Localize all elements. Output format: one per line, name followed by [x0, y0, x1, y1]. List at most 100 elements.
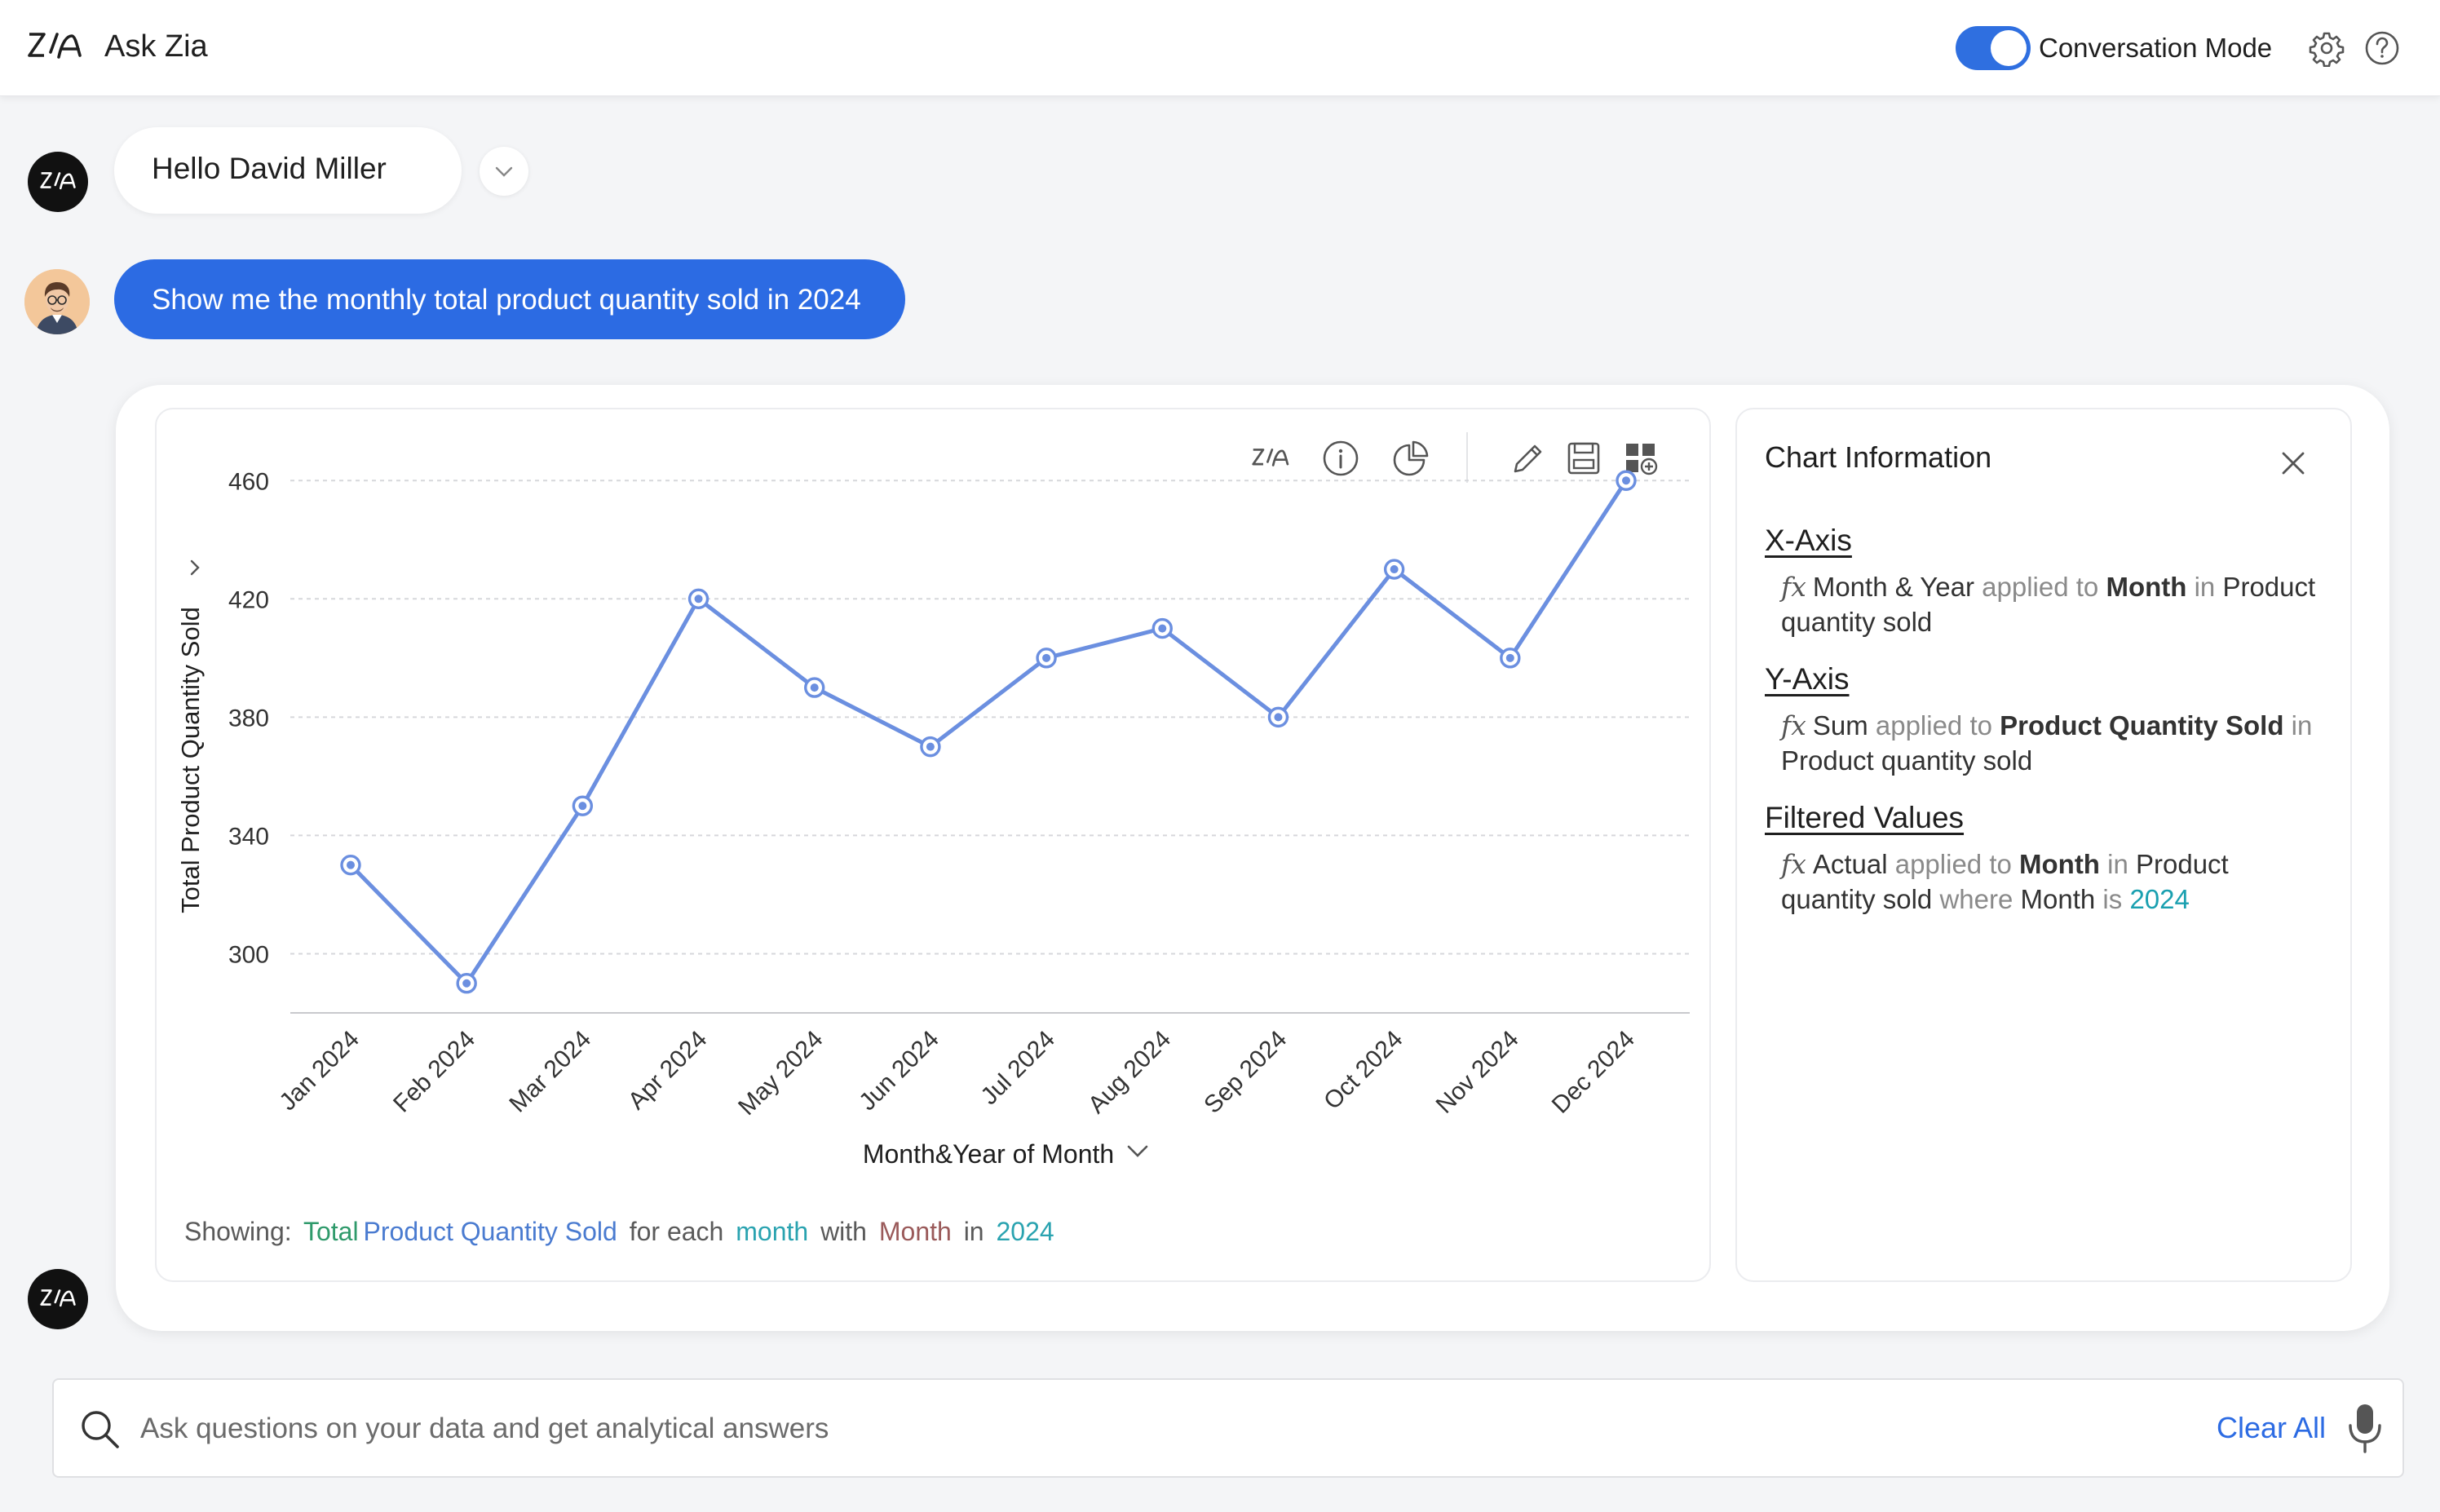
- filter-function: Actual: [1812, 849, 1888, 879]
- x-tick-label: Nov 2024: [1431, 1026, 1524, 1119]
- ask-question-input[interactable]: [140, 1403, 2163, 1455]
- y-tick-label: 340: [228, 823, 269, 850]
- y-tick-label: 300: [228, 941, 269, 968]
- x-tick-label: May 2024: [733, 1026, 828, 1121]
- filter-value: 2024: [2129, 884, 2190, 914]
- series-line: [349, 479, 1629, 986]
- y-axis-heading: Y-Axis: [1765, 662, 1850, 696]
- showing-dimension[interactable]: month: [736, 1217, 808, 1246]
- filtered-values-section: Filtered Values fx Actual applied to Mont…: [1765, 801, 2319, 917]
- help-icon[interactable]: [2363, 29, 2401, 67]
- showing-measure-prefix[interactable]: Total: [303, 1217, 359, 1246]
- showing-text-for-each: for each: [629, 1217, 724, 1246]
- data-point-center: [578, 802, 587, 811]
- y-tick-label: 420: [228, 586, 269, 613]
- x-axis-description: fx Month & Year applied to Month in Produ…: [1781, 569, 2319, 639]
- ask-search-bar: Clear All: [52, 1378, 2404, 1478]
- chart-information-panel: Chart Information X-Axis fx Month & Year …: [1735, 408, 2352, 1282]
- x-axis-title: Month&Year of Month: [863, 1139, 1114, 1169]
- x-axis-applied-to: applied to: [1982, 572, 2099, 602]
- line-chart: 300 340 380 420 460 Jan 2024 Feb 2024 Mar 2024 A…: [176, 468, 1690, 1169]
- y-axis-field: Product Quantity Sold: [2000, 710, 2284, 741]
- chevron-right-icon: [190, 559, 200, 576]
- y-axis-in: in: [2291, 710, 2313, 741]
- y-axis-table: Product quantity sold: [1781, 745, 2033, 776]
- expand-greeting-button[interactable]: [480, 147, 528, 196]
- user-query-bubble: Show me the monthly total product quanti…: [114, 259, 905, 339]
- app-title: Ask Zia: [104, 29, 208, 64]
- showing-measure[interactable]: Product Quantity Sold: [364, 1217, 617, 1246]
- data-point-center: [1505, 653, 1514, 662]
- x-tick-label: Apr 2024: [623, 1026, 712, 1115]
- chart-information-title: Chart Information: [1765, 440, 1992, 474]
- gear-icon[interactable]: [2308, 29, 2345, 67]
- x-tick-label: Dec 2024: [1547, 1026, 1640, 1119]
- x-tick-label: Jul 2024: [975, 1026, 1060, 1111]
- function-icon: fx: [1781, 571, 1806, 603]
- zia-avatar: [28, 1269, 88, 1329]
- chevron-down-icon: [1127, 1145, 1148, 1157]
- y-axis-function: Sum: [1812, 710, 1868, 741]
- filter-applied-to: applied to: [1894, 849, 2012, 879]
- filter-is: is: [2102, 884, 2123, 914]
- x-tick-label: Mar 2024: [504, 1026, 596, 1118]
- x-axis-field: Month: [2106, 572, 2187, 602]
- chart-panel: 300 340 380 420 460 Jan 2024 Feb 2024 Mar 2024 A…: [155, 408, 1711, 1282]
- filter-where: where: [1939, 884, 2013, 914]
- function-icon: fx: [1781, 710, 1806, 741]
- toggle-knob: [1991, 30, 2027, 66]
- greeting-bubble: Hello David Miller: [114, 127, 462, 214]
- y-axis-description: fx Sum applied to Product Quantity Sold i…: [1781, 708, 2319, 778]
- top-bar: Ask Zia Conversation Mode: [0, 0, 2440, 96]
- filter-where-field: Month: [2020, 884, 2096, 914]
- showing-label: Showing:: [184, 1217, 292, 1246]
- user-avatar: [24, 269, 90, 334]
- showing-filter-field[interactable]: Month: [879, 1217, 952, 1246]
- x-axis-function: Month & Year: [1812, 572, 1974, 602]
- y-tick-label: 460: [228, 468, 269, 495]
- zia-logo-icon: [40, 1289, 76, 1307]
- y-axis-title: Total Product Quantity Sold: [176, 607, 205, 913]
- x-tick-label: Jan 2024: [274, 1026, 365, 1116]
- conversation-mode-toggle[interactable]: [1956, 26, 2031, 70]
- data-point-center: [810, 683, 819, 692]
- data-point-center: [1158, 624, 1167, 633]
- data-point-center: [347, 860, 355, 869]
- filter-field: Month: [2019, 849, 2100, 879]
- showing-filter-value[interactable]: 2024: [996, 1217, 1054, 1246]
- x-axis-heading: X-Axis: [1765, 524, 1852, 557]
- data-point-center: [462, 979, 471, 988]
- filtered-values-description: fx Actual applied to Month in Product qua…: [1781, 847, 2319, 917]
- zia-avatar: [28, 152, 88, 212]
- x-tick-label: Jun 2024: [854, 1026, 944, 1116]
- clear-all-button[interactable]: Clear All: [2217, 1411, 2326, 1445]
- showing-text-with: with: [820, 1217, 867, 1246]
- x-tick-label: Sep 2024: [1199, 1026, 1292, 1119]
- search-icon: [82, 1411, 119, 1448]
- x-tick-label: Feb 2024: [388, 1026, 480, 1118]
- filtered-values-heading: Filtered Values: [1765, 801, 1965, 834]
- result-card: 300 340 380 420 460 Jan 2024 Feb 2024 Mar 2024 A…: [116, 385, 2389, 1331]
- x-tick-label: Oct 2024: [1319, 1026, 1408, 1115]
- y-tick-label: 380: [228, 705, 269, 732]
- showing-summary: Showing: Total Product Quantity Sold for …: [184, 1217, 1059, 1247]
- data-point-center: [1042, 653, 1051, 662]
- microphone-icon[interactable]: [2342, 1401, 2388, 1455]
- x-tick-label: Aug 2024: [1083, 1026, 1176, 1119]
- data-point-center: [1390, 565, 1399, 574]
- data-point-center: [926, 742, 935, 751]
- filter-in: in: [2107, 849, 2128, 879]
- data-point-center: [1274, 713, 1283, 722]
- chevron-down-icon: [495, 166, 513, 177]
- y-axis-section: Y-Axis fx Sum applied to Product Quantity…: [1765, 662, 2319, 778]
- showing-text-in: in: [963, 1217, 984, 1246]
- x-axis-section: X-Axis fx Month & Year applied to Month i…: [1765, 524, 2319, 639]
- zia-logo-icon: [40, 172, 76, 190]
- zia-logo-icon: [28, 33, 82, 59]
- close-icon[interactable]: [2275, 445, 2311, 481]
- data-point-center: [1622, 476, 1630, 485]
- conversation-mode-label: Conversation Mode: [2039, 33, 2273, 63]
- y-axis-applied-to: applied to: [1875, 710, 1992, 741]
- x-axis-in: in: [2194, 572, 2216, 602]
- data-point-center: [694, 595, 703, 603]
